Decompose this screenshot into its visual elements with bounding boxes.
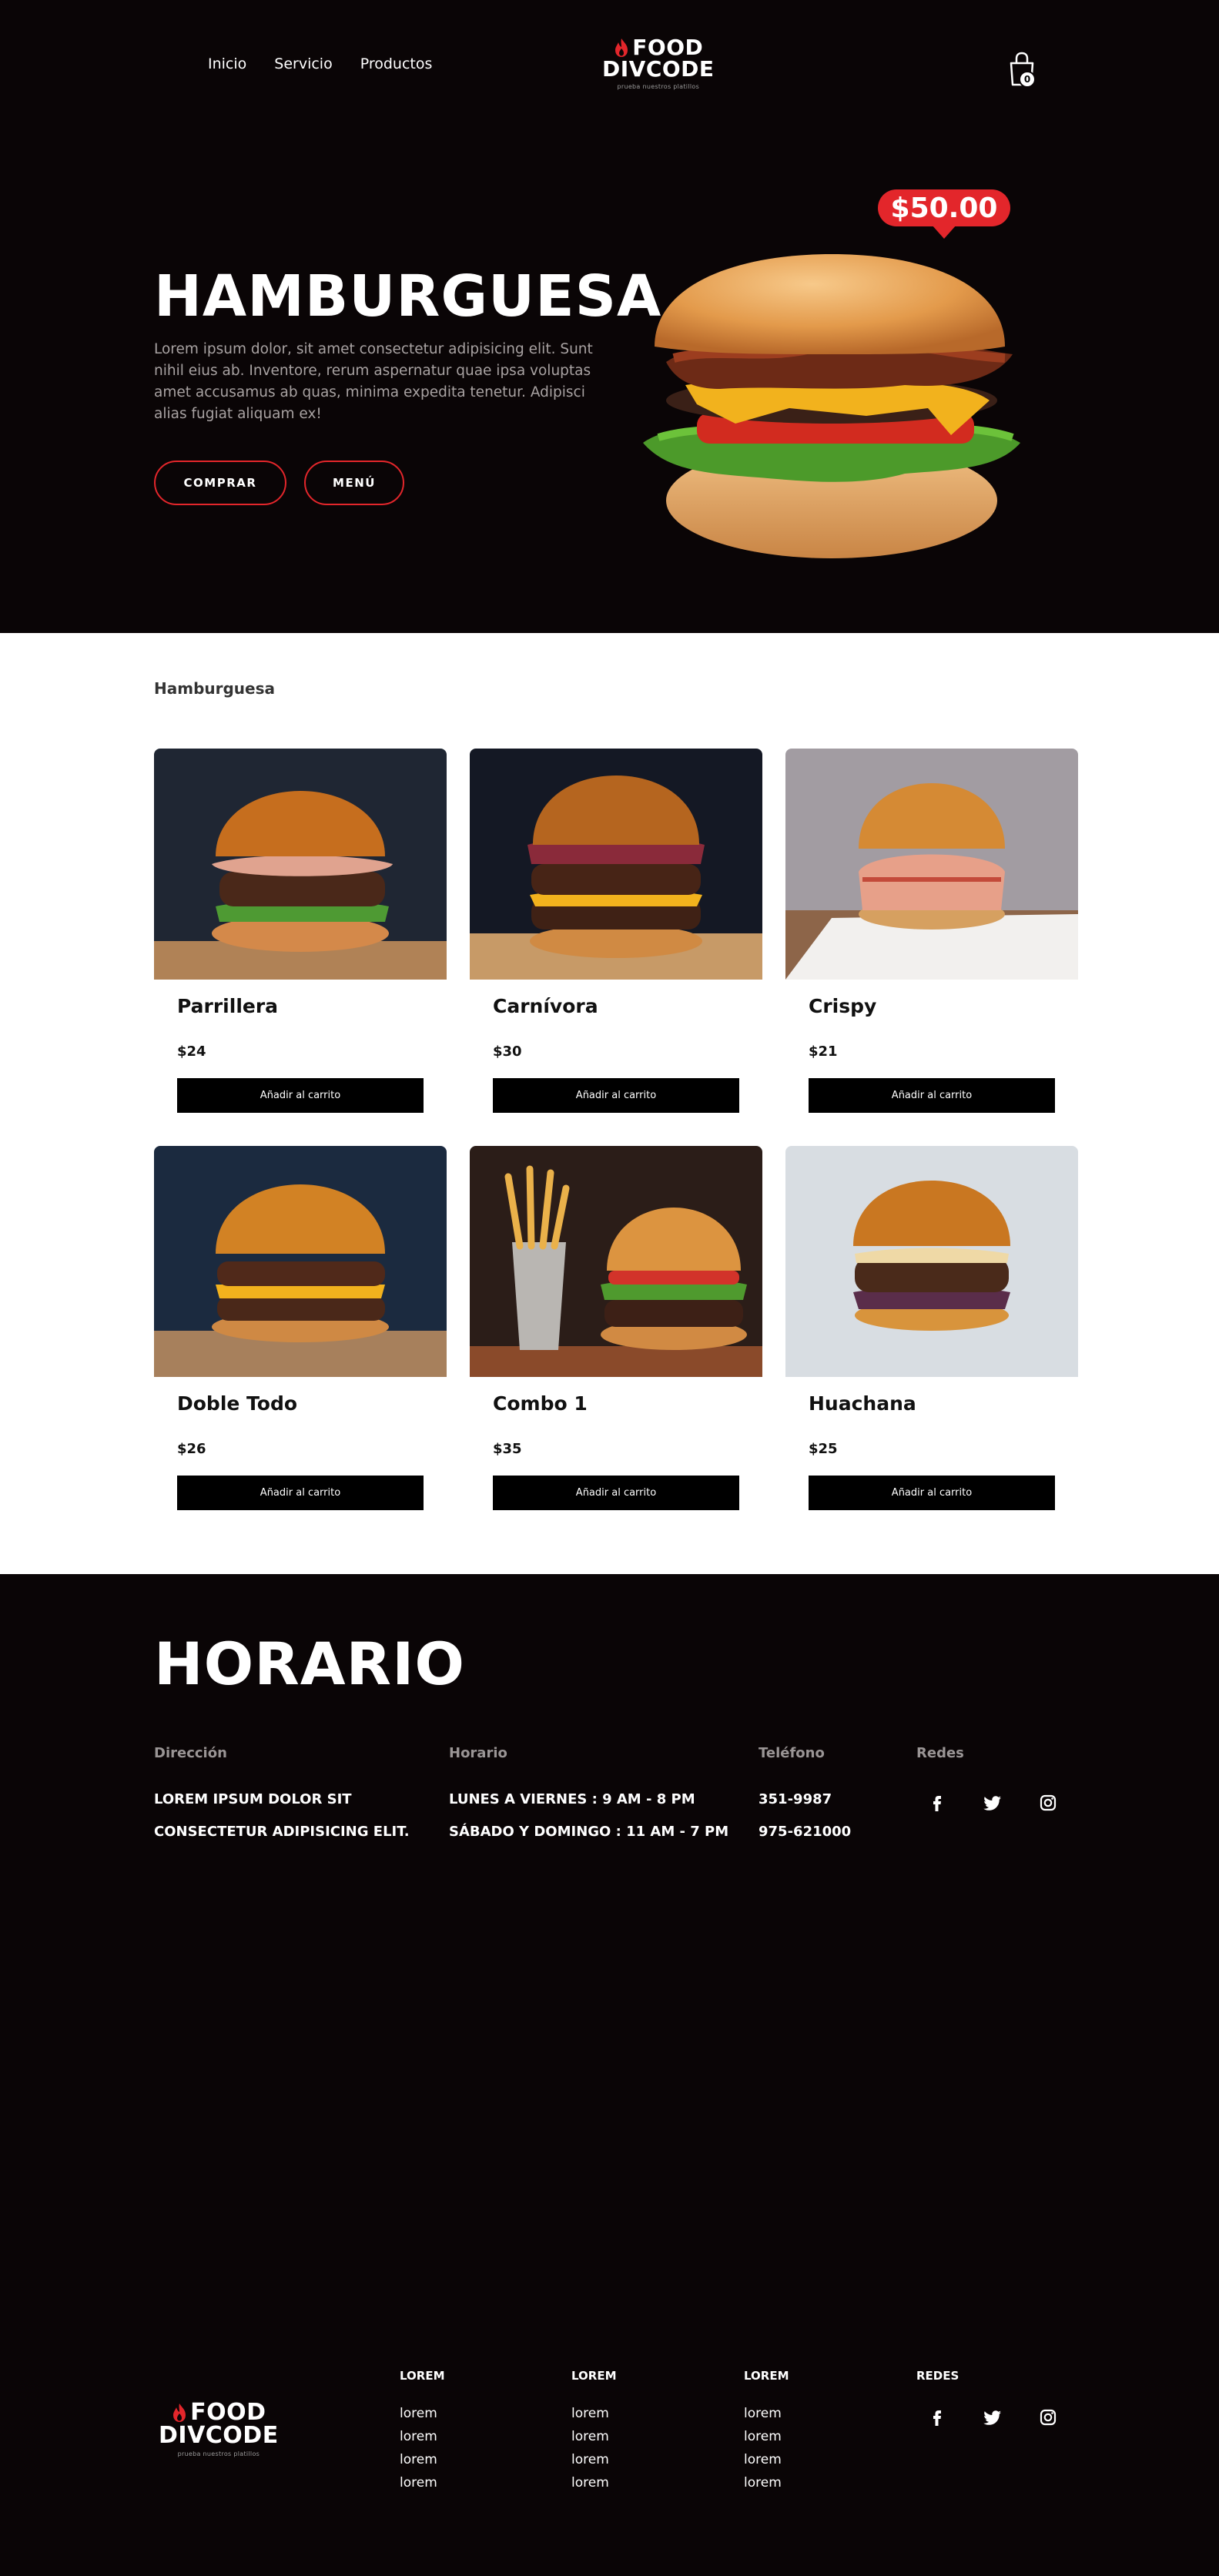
carnivora-photo	[470, 749, 762, 980]
footer-link[interactable]: lorem	[400, 2475, 437, 2491]
cart-count-badge: 0	[1019, 71, 1036, 88]
products-section-label: Hamburguesa	[154, 679, 276, 698]
footer-link[interactable]: lorem	[744, 2429, 782, 2444]
nav-link-inicio[interactable]: Inicio	[208, 55, 246, 72]
footer-column-heading: LOREM	[400, 2369, 445, 2383]
brand-tagline: prueba nuestros platillos	[177, 2450, 260, 2457]
buy-button[interactable]: COMPRAR	[154, 461, 286, 505]
product-card-parrillera: Parrillera $24 Añadir al carrito	[154, 749, 447, 1113]
add-to-cart-button[interactable]: Añadir al carrito	[809, 1476, 1055, 1510]
brand-logo[interactable]: FOOD DIVCODE prueba nuestros platillos	[602, 35, 715, 91]
footer-column-heading: LOREM	[744, 2369, 789, 2383]
add-to-cart-button[interactable]: Añadir al carrito	[177, 1078, 424, 1113]
combo-1-photo	[470, 1146, 762, 1377]
address-line-2: CONSECTETUR ADIPISICING ELIT.	[154, 1824, 410, 1840]
product-card-crispy: Crispy $21 Añadir al carrito	[785, 749, 1078, 1113]
product-price: $30	[493, 1043, 522, 1060]
product-name: Doble Todo	[177, 1392, 298, 1415]
product-name: Crispy	[809, 995, 877, 1017]
add-to-cart-button[interactable]: Añadir al carrito	[493, 1476, 739, 1510]
schedule-title: HORARIO	[154, 1630, 465, 1698]
footer-link[interactable]: lorem	[571, 2452, 609, 2467]
brand-line1: FOOD	[632, 35, 704, 60]
facebook-icon[interactable]	[926, 1791, 949, 1814]
brand-line1: FOOD	[190, 2399, 266, 2426]
product-price: $21	[809, 1043, 838, 1060]
footer-link[interactable]: lorem	[571, 2429, 609, 2444]
address-line-1: LOREM IPSUM DOLOR SIT	[154, 1791, 352, 1807]
product-image	[785, 1146, 1078, 1377]
footer-link[interactable]: lorem	[571, 2406, 609, 2421]
parrillera-photo	[154, 749, 447, 980]
footer-column-heading: LOREM	[571, 2369, 617, 2383]
footer-link[interactable]: lorem	[744, 2406, 782, 2421]
instagram-icon[interactable]	[1036, 2406, 1060, 2429]
add-to-cart-button[interactable]: Añadir al carrito	[493, 1078, 739, 1113]
product-image	[154, 749, 447, 980]
phone-line-1: 351-9987	[759, 1791, 832, 1807]
hours-line-1: LUNES A VIERNES : 9 AM - 8 PM	[449, 1791, 695, 1807]
product-name: Carnívora	[493, 995, 598, 1017]
product-card-carnivora: Carnívora $30 Añadir al carrito	[470, 749, 762, 1113]
product-price: $26	[177, 1441, 206, 1457]
twitter-icon[interactable]	[981, 1791, 1004, 1814]
menu-button[interactable]: MENÚ	[304, 461, 404, 505]
footer-link[interactable]: lorem	[400, 2429, 437, 2444]
brand-tagline: prueba nuestros platillos	[617, 83, 700, 90]
footer-link[interactable]: lorem	[744, 2475, 782, 2491]
footer-link[interactable]: lorem	[571, 2475, 609, 2491]
footer-link[interactable]: lorem	[400, 2452, 437, 2467]
product-card-huachana: Huachana $25 Añadir al carrito	[785, 1146, 1078, 1510]
add-to-cart-button[interactable]: Añadir al carrito	[809, 1078, 1055, 1113]
footer-link[interactable]: lorem	[400, 2406, 437, 2421]
hero-price-tag: $50.00	[878, 189, 1010, 239]
product-image	[785, 749, 1078, 980]
product-image	[470, 749, 762, 980]
phone-heading: Teléfono	[759, 1745, 825, 1761]
add-to-cart-button[interactable]: Añadir al carrito	[177, 1476, 424, 1510]
product-image	[154, 1146, 447, 1377]
nav-link-servicio[interactable]: Servicio	[274, 55, 332, 72]
product-card-combo-1: Combo 1 $35 Añadir al carrito	[470, 1146, 762, 1510]
product-name: Huachana	[809, 1392, 916, 1415]
footer-social-heading: REDES	[916, 2369, 959, 2383]
nav-link-productos[interactable]: Productos	[360, 55, 433, 72]
product-card-doble-todo: Doble Todo $26 Añadir al carrito	[154, 1146, 447, 1510]
schedule-section: HORARIO Dirección LOREM IPSUM DOLOR SIT …	[0, 1574, 1219, 2576]
hero-section: Inicio Servicio Productos FOOD DIVCODE p…	[0, 0, 1219, 633]
hero-description: Lorem ipsum dolor, sit amet consectetur …	[154, 341, 593, 422]
brand-line2: DIVCODE	[602, 56, 715, 82]
flame-icon	[173, 2403, 186, 2422]
hours-line-2: SÁBADO Y DOMINGO : 11 AM - 7 PM	[449, 1824, 729, 1840]
huachana-photo	[785, 1146, 1078, 1377]
footer-brand-logo[interactable]: FOOD DIVCODE prueba nuestros platillos	[159, 2399, 279, 2458]
address-heading: Dirección	[154, 1745, 227, 1761]
product-price: $25	[809, 1441, 838, 1457]
hero-title: HAMBURGUESA	[154, 263, 662, 330]
instagram-icon[interactable]	[1036, 1791, 1060, 1814]
phone-line-2: 975-621000	[759, 1824, 852, 1840]
flame-icon	[615, 39, 628, 57]
hero-burger-image	[643, 254, 1020, 558]
social-heading: Redes	[916, 1745, 964, 1761]
product-name: Combo 1	[493, 1392, 588, 1415]
product-price: $35	[493, 1441, 522, 1457]
hours-heading: Horario	[449, 1745, 507, 1761]
footer-link[interactable]: lorem	[744, 2452, 782, 2467]
product-name: Parrillera	[177, 995, 279, 1017]
product-image	[470, 1146, 762, 1377]
brand-line2: DIVCODE	[159, 2422, 279, 2449]
main-nav: Inicio Servicio Productos	[208, 55, 432, 72]
crispy-photo	[785, 749, 1078, 980]
twitter-icon[interactable]	[981, 2406, 1004, 2429]
facebook-icon[interactable]	[926, 2406, 949, 2429]
doble-todo-photo	[154, 1146, 447, 1377]
product-price: $24	[177, 1043, 206, 1060]
